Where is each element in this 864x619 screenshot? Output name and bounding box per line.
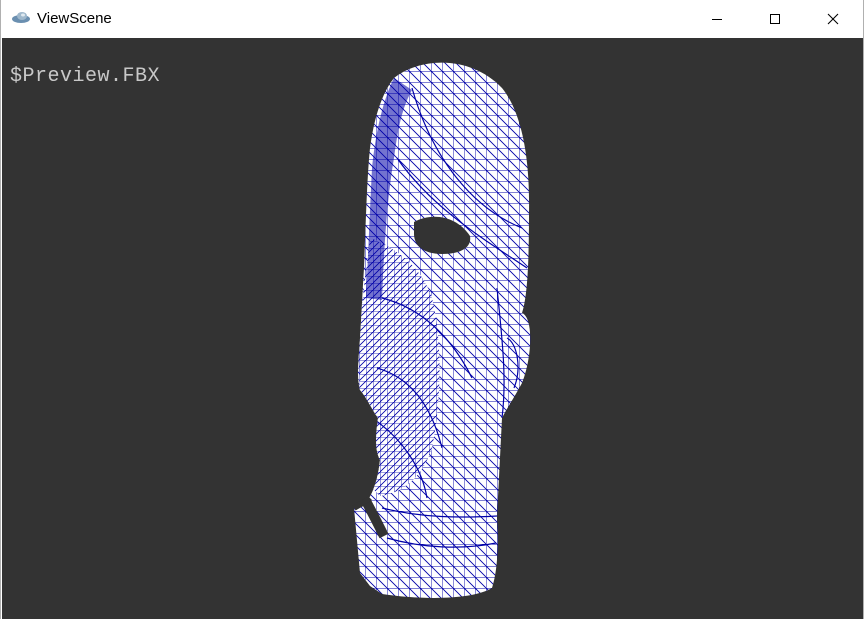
minimize-icon [711, 13, 723, 25]
wireframe-head-mesh [352, 62, 531, 598]
maximize-icon [769, 13, 781, 25]
viewscene-window: ViewScene $Preview.FBX [0, 0, 864, 619]
close-button[interactable] [804, 0, 862, 38]
window-title: ViewScene [37, 10, 112, 27]
minimize-button[interactable] [688, 0, 746, 38]
close-icon [827, 13, 839, 25]
title-bar[interactable]: ViewScene [1, 0, 863, 38]
scene-viewport[interactable]: $Preview.FBX [2, 38, 863, 619]
viewscene-app-icon [11, 11, 31, 25]
maximize-button[interactable] [746, 0, 804, 38]
